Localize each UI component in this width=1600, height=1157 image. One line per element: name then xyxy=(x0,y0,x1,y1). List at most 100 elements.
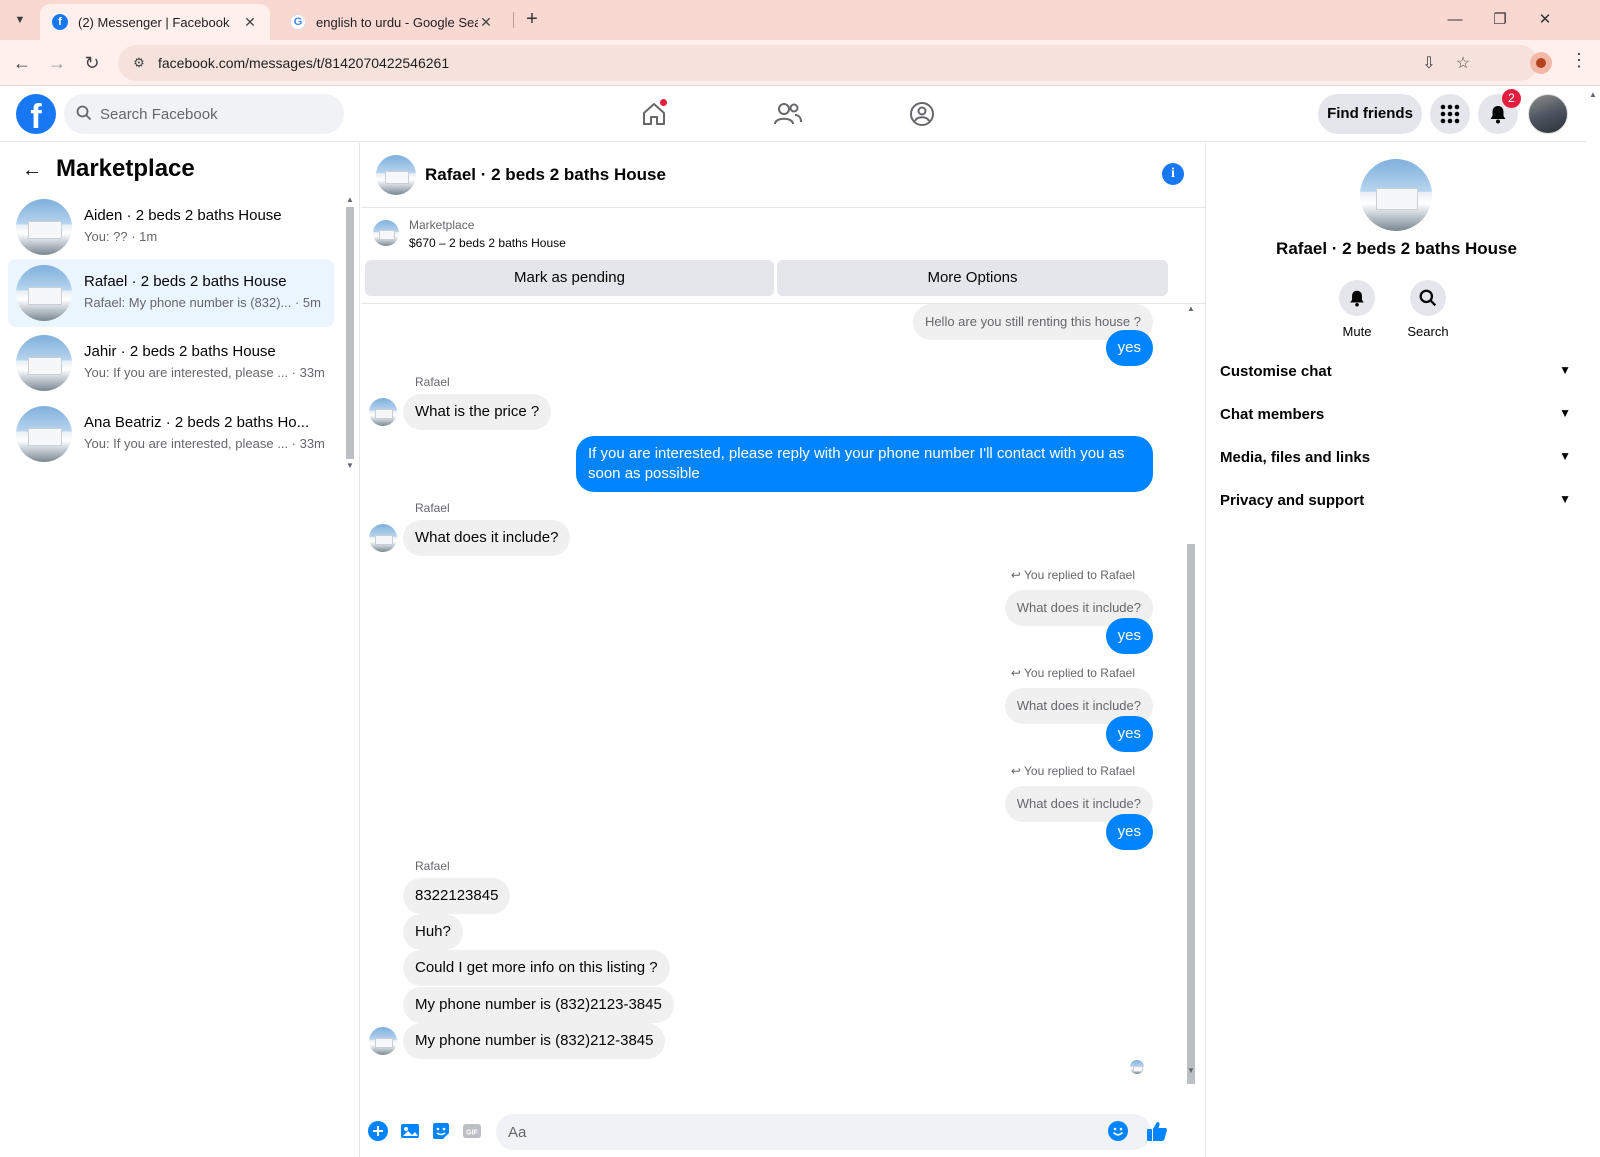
site-settings-icon[interactable]: ⚙ xyxy=(130,54,148,72)
search-input[interactable] xyxy=(100,94,330,134)
mark-as-pending-button[interactable]: Mark as pending xyxy=(365,260,774,296)
message-bubble-incoming: Could I get more info on this listing ? xyxy=(403,950,670,986)
facebook-favicon-icon: f xyxy=(52,14,68,30)
sender-avatar[interactable] xyxy=(369,1027,397,1055)
url-text[interactable]: facebook.com/messages/t/8142070422546261 xyxy=(158,55,449,71)
sender-avatar[interactable] xyxy=(369,398,397,426)
new-tab-button[interactable]: + xyxy=(520,8,544,32)
info-icon[interactable]: i xyxy=(1162,163,1184,185)
message-bubble-outgoing: yes xyxy=(1105,814,1153,850)
forward-button[interactable]: → xyxy=(44,50,70,76)
mute-label: Mute xyxy=(1342,324,1372,339)
account-avatar[interactable] xyxy=(1528,94,1568,134)
image-icon[interactable] xyxy=(399,1120,421,1142)
conversation-item[interactable]: Jahir · 2 beds 2 baths House You: If you… xyxy=(8,329,334,397)
scrollbar-thumb[interactable] xyxy=(346,207,354,459)
conversation-item-selected[interactable]: Rafael · 2 beds 2 baths House Rafael: My… xyxy=(8,259,334,327)
chat-avatar[interactable] xyxy=(376,155,416,195)
conversation-item[interactable]: Ana Beatriz · 2 beds 2 baths Ho... You: … xyxy=(8,400,334,468)
more-options-button[interactable]: More Options xyxy=(777,260,1168,296)
scroll-down-arrow-icon[interactable]: ▼ xyxy=(1185,1066,1197,1075)
message-bubble-incoming: Huh? xyxy=(403,914,463,950)
message-input[interactable] xyxy=(496,1114,1151,1150)
scroll-down-arrow-icon[interactable]: ▼ xyxy=(344,461,356,470)
bookmark-star-icon[interactable]: ☆ xyxy=(1452,53,1474,75)
conversation-name: Ana Beatriz · 2 beds 2 baths Ho... xyxy=(84,414,310,431)
reload-button[interactable]: ↻ xyxy=(79,50,105,76)
message-bubble-incoming: What is the price ? xyxy=(403,394,552,430)
profile-name: Rafael · 2 beds 2 baths House xyxy=(1276,239,1517,258)
page-scrollbar[interactable]: ▲ xyxy=(1586,86,1600,1157)
find-friends-button[interactable]: Find friends xyxy=(1318,94,1422,134)
conversation-preview: You: If you are interested, please ... ·… xyxy=(84,436,325,451)
chat-members-section[interactable]: Chat members ▼ xyxy=(1220,396,1575,436)
reply-arrow-icon: ↩ xyxy=(1010,764,1025,778)
conversation-name: Rafael · 2 beds 2 baths House xyxy=(84,273,287,290)
privacy-support-section[interactable]: Privacy and support ▼ xyxy=(1220,482,1575,522)
scrollbar-thumb[interactable] xyxy=(1187,544,1195,1084)
conversation-list-panel: ← Marketplace Aiden · 2 beds 2 baths Hou… xyxy=(0,143,360,1157)
browser-profile-icon[interactable] xyxy=(1530,52,1552,74)
profile-avatar[interactable] xyxy=(1360,159,1432,231)
tab-google-search[interactable]: G english to urdu - Google Search ✕ xyxy=(278,4,506,40)
search-label: Search xyxy=(1407,324,1449,339)
chevron-down-icon: ▼ xyxy=(1559,449,1571,463)
customise-chat-section[interactable]: Customise chat ▼ xyxy=(1220,353,1575,393)
reply-arrow-icon: ↩ xyxy=(1010,568,1025,582)
chevron-down-icon: ▼ xyxy=(1559,492,1571,506)
facebook-logo-icon[interactable]: f xyxy=(16,94,56,134)
sticker-icon[interactable] xyxy=(430,1120,452,1142)
minimize-button[interactable]: — xyxy=(1440,6,1470,34)
listing-price[interactable]: $670 – 2 beds 2 baths House xyxy=(409,236,566,250)
mute-button[interactable]: Mute xyxy=(1327,280,1387,339)
reply-indicator: ↩ You replied to Rafael xyxy=(1010,666,1135,680)
scroll-up-arrow-icon[interactable]: ▲ xyxy=(344,195,356,204)
browser-menu-icon[interactable]: ⋮ xyxy=(1570,50,1588,71)
close-window-button[interactable]: ✕ xyxy=(1530,6,1560,34)
conversation-list-scrollbar[interactable]: ▲ ▼ xyxy=(344,195,356,473)
emoji-icon[interactable] xyxy=(1107,1120,1129,1142)
address-bar[interactable]: ⚙ facebook.com/messages/t/81420704225462… xyxy=(118,45,1538,81)
back-button[interactable]: ← xyxy=(9,50,35,76)
tab-close-icon[interactable]: ✕ xyxy=(242,14,258,31)
search-in-conversation-button[interactable]: Search xyxy=(1398,280,1458,339)
conversation-item[interactable]: Aiden · 2 beds 2 baths House You: ?? · 1… xyxy=(8,193,334,261)
facebook-header: f Find friends 2 xyxy=(0,86,1586,142)
menu-grid-icon[interactable] xyxy=(1430,94,1470,134)
message-bubble-outgoing: yes xyxy=(1105,330,1153,366)
chevron-down-icon: ▼ xyxy=(1559,406,1571,420)
notifications-bell-icon[interactable]: 2 xyxy=(1478,89,1521,134)
listing-source: Marketplace xyxy=(409,218,475,232)
restore-button[interactable]: ❐ xyxy=(1485,6,1515,34)
home-icon[interactable] xyxy=(634,94,674,134)
chat-title[interactable]: Rafael · 2 beds 2 baths House xyxy=(425,165,666,185)
sender-name: Rafael xyxy=(415,375,450,389)
tab-search-dropdown-icon[interactable]: ▼ xyxy=(8,8,32,32)
plus-circle-icon[interactable] xyxy=(367,1120,389,1142)
groups-icon[interactable] xyxy=(902,94,942,134)
reply-indicator: ↩ You replied to Rafael xyxy=(1010,568,1135,582)
tab-close-icon[interactable]: ✕ xyxy=(478,14,494,31)
tab-messenger[interactable]: f (2) Messenger | Facebook ✕ xyxy=(40,4,270,40)
friends-icon[interactable] xyxy=(768,94,808,134)
section-label: Privacy and support xyxy=(1220,492,1365,509)
thumbs-up-icon[interactable] xyxy=(1146,1120,1168,1142)
gif-icon[interactable]: GIF xyxy=(461,1120,483,1142)
chat-scrollbar[interactable]: ▲ ▼ xyxy=(1184,304,1198,1100)
conversation-preview: You: If you are interested, please ... ·… xyxy=(84,365,325,380)
bell-icon xyxy=(1339,280,1375,316)
home-notification-dot xyxy=(659,98,668,107)
listing-thumbnail[interactable] xyxy=(373,220,399,246)
browser-tabstrip: ▼ f (2) Messenger | Facebook ✕ G english… xyxy=(0,0,1600,40)
facebook-search[interactable] xyxy=(64,94,344,134)
scroll-up-arrow-icon[interactable]: ▲ xyxy=(1185,304,1197,313)
section-label: Media, files and links xyxy=(1220,449,1371,466)
chevron-down-icon: ▼ xyxy=(1559,363,1571,377)
scroll-up-arrow-icon[interactable]: ▲ xyxy=(1587,90,1599,99)
sender-avatar[interactable] xyxy=(369,524,397,552)
install-app-icon[interactable]: ⇩ xyxy=(1418,53,1440,75)
message-bubble-incoming: My phone number is (832)2123-3845 xyxy=(403,987,674,1023)
back-arrow-icon[interactable]: ← xyxy=(18,159,46,182)
media-files-links-section[interactable]: Media, files and links ▼ xyxy=(1220,439,1575,479)
message-bubble-incoming: My phone number is (832)212-3845 xyxy=(403,1023,666,1059)
